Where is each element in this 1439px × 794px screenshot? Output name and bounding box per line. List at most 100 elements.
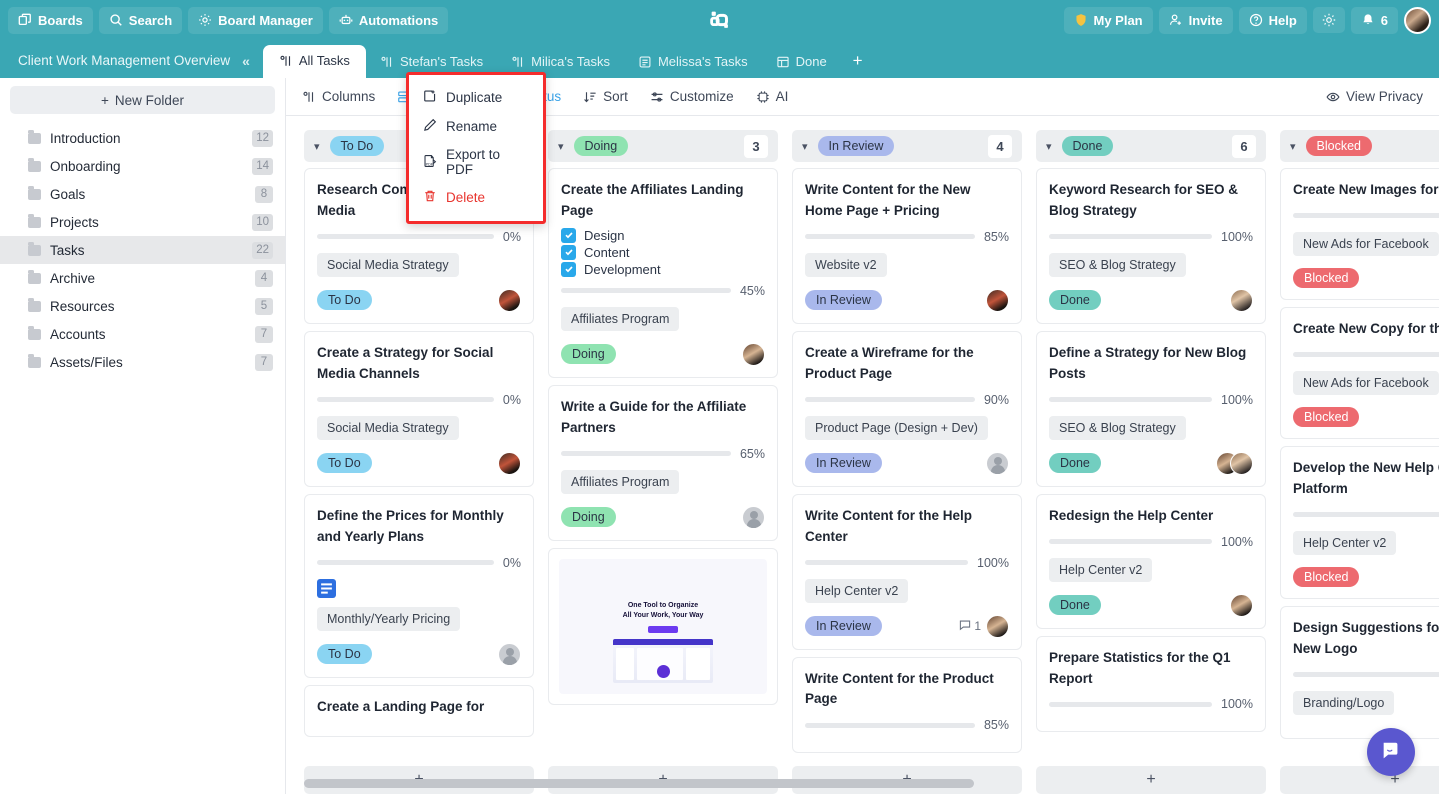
context-menu-duplicate[interactable]: Duplicate: [409, 83, 543, 112]
card-tag[interactable]: New Ads for Facebook: [1293, 231, 1439, 256]
help-button[interactable]: Help: [1238, 6, 1307, 34]
card-status-badge[interactable]: Done: [1049, 595, 1101, 616]
task-card[interactable]: Create a Landing Page for: [304, 684, 534, 738]
new-folder-button[interactable]: + New Folder: [10, 86, 275, 114]
column-header[interactable]: ▾ In Review 4: [792, 130, 1022, 162]
avatar[interactable]: [986, 288, 1009, 312]
sidebar-item-tasks[interactable]: Tasks 22: [0, 236, 285, 264]
sidebar-item-accounts[interactable]: Accounts 7: [0, 320, 285, 348]
task-card[interactable]: Write Content for the Help Center 100% Hel…: [792, 493, 1022, 650]
card-tag[interactable]: Product Page (Design + Dev): [805, 415, 988, 440]
avatar[interactable]: [742, 342, 765, 366]
sidebar-item-introduction[interactable]: Introduction 12: [0, 124, 285, 152]
card-tag[interactable]: Help Center v2: [1293, 530, 1397, 555]
task-card[interactable]: Create a Wireframe for the Product Page 9…: [792, 330, 1022, 487]
card-status-badge[interactable]: Doing: [561, 507, 616, 528]
collapse-sidebar-button[interactable]: «: [242, 53, 250, 78]
task-card[interactable]: Write a Guide for the Affiliate Partners…: [548, 384, 778, 541]
task-card[interactable]: Redesign the Help Center 100% Help Center …: [1036, 493, 1266, 629]
chevron-down-icon[interactable]: ▾: [802, 140, 808, 153]
nav-search-button[interactable]: Search: [98, 6, 183, 34]
ai-button[interactable]: AI: [756, 89, 788, 104]
card-tag[interactable]: Affiliates Program: [561, 469, 680, 494]
card-tag[interactable]: Help Center v2: [1049, 557, 1153, 582]
tab-done[interactable]: Done: [762, 47, 841, 78]
checkbox-checked-icon[interactable]: [561, 261, 576, 277]
column-header[interactable]: ▾ Blocked: [1280, 130, 1439, 162]
sidebar-item-archive[interactable]: Archive 4: [0, 264, 285, 292]
card-tag[interactable]: Help Center v2: [805, 578, 909, 603]
sidebar-item-resources[interactable]: Resources 5: [0, 292, 285, 320]
chevron-down-icon[interactable]: ▾: [1046, 140, 1052, 153]
task-card[interactable]: Define a Strategy for New Blog Posts 100%…: [1036, 330, 1266, 487]
task-card[interactable]: Create the Affiliates Landing Page Design…: [548, 168, 778, 378]
card-tag[interactable]: Monthly/Yearly Pricing: [317, 606, 461, 631]
nav-automations-button[interactable]: Automations: [328, 6, 449, 34]
checkbox-checked-icon[interactable]: [561, 227, 576, 243]
task-card[interactable]: Keyword Research for SEO & Blog Strategy…: [1036, 168, 1266, 324]
avatar[interactable]: [498, 451, 521, 475]
sort-button[interactable]: Sort: [583, 89, 628, 104]
notifications-button[interactable]: 6: [1350, 6, 1398, 34]
sidebar-item-assets-files[interactable]: Assets/Files 7: [0, 348, 285, 376]
avatar[interactable]: [742, 505, 765, 529]
chevron-down-icon[interactable]: ▾: [314, 140, 320, 153]
tab-all-tasks[interactable]: All Tasks: [262, 45, 366, 78]
card-status-badge[interactable]: Doing: [561, 344, 616, 365]
card-tag[interactable]: Website v2: [805, 252, 887, 277]
card-status-badge[interactable]: In Review: [805, 616, 882, 637]
avatar[interactable]: [1230, 288, 1253, 312]
task-card[interactable]: Prepare Statistics for the Q1 Report 100%: [1036, 635, 1266, 733]
context-menu-export-pdf[interactable]: PDF Export to PDF: [409, 141, 543, 183]
invite-button[interactable]: Invite: [1158, 6, 1233, 34]
chat-launcher-button[interactable]: [1367, 728, 1415, 776]
sidebar-item-projects[interactable]: Projects 10: [0, 208, 285, 236]
card-status-badge[interactable]: To Do: [317, 453, 372, 474]
customize-button[interactable]: Customize: [650, 89, 734, 104]
card-status-badge[interactable]: In Review: [805, 290, 882, 311]
view-privacy-button[interactable]: View Privacy: [1326, 89, 1423, 104]
task-card[interactable]: Create New Copy for the Ads 0% New Ads for…: [1280, 306, 1439, 439]
sidebar-item-goals[interactable]: Goals 8: [0, 180, 285, 208]
avatar[interactable]: [498, 288, 521, 312]
columns-button[interactable]: Columns: [302, 89, 375, 104]
nav-boards-button[interactable]: Boards: [8, 6, 93, 34]
card-status-badge[interactable]: To Do: [317, 644, 372, 665]
add-tab-button[interactable]: +: [841, 49, 875, 78]
avatar[interactable]: [986, 451, 1009, 475]
card-tag[interactable]: Branding/Logo: [1293, 690, 1395, 715]
assignee-avatars[interactable]: [1216, 451, 1253, 475]
task-card[interactable]: Create New Images for the Ads 0% New Ads f…: [1280, 168, 1439, 300]
task-card[interactable]: Define the Prices for Monthly and Yearly…: [304, 493, 534, 678]
task-card[interactable]: Design Suggestions for the New Logo 0% Bra…: [1280, 605, 1439, 739]
card-tag[interactable]: SEO & Blog Strategy: [1049, 252, 1186, 277]
tab-melissas-tasks[interactable]: Melissa's Tasks: [624, 47, 762, 78]
sidebar-item-onboarding[interactable]: Onboarding 14: [0, 152, 285, 180]
avatar[interactable]: [1230, 451, 1253, 475]
context-menu-rename[interactable]: Rename: [409, 112, 543, 141]
checkbox-checked-icon[interactable]: [561, 244, 576, 260]
app-logo-icon[interactable]: [706, 6, 734, 34]
card-tag[interactable]: New Ads for Facebook: [1293, 370, 1439, 395]
avatar[interactable]: [1230, 593, 1253, 617]
my-plan-button[interactable]: My Plan: [1063, 6, 1153, 34]
checklist-item[interactable]: Content: [561, 244, 765, 260]
checklist-item[interactable]: Development: [561, 261, 765, 277]
chevron-down-icon[interactable]: ▾: [1290, 140, 1296, 153]
horizontal-scrollbar[interactable]: [304, 779, 1439, 788]
avatar[interactable]: [498, 642, 521, 666]
card-status-badge[interactable]: Blocked: [1293, 566, 1360, 587]
card-tag[interactable]: SEO & Blog Strategy: [1049, 415, 1186, 440]
card-tag[interactable]: Social Media Strategy: [317, 415, 459, 440]
card-tag[interactable]: Social Media Strategy: [317, 252, 459, 277]
nav-board-manager-button[interactable]: Board Manager: [188, 6, 323, 34]
user-avatar[interactable]: [1404, 6, 1431, 34]
task-card[interactable]: One Tool to Organize All Your Work, Your …: [548, 547, 778, 705]
chevron-down-icon[interactable]: ▾: [558, 140, 564, 153]
context-menu-delete[interactable]: Delete: [409, 183, 543, 212]
card-status-badge[interactable]: Done: [1049, 290, 1101, 311]
card-tag[interactable]: Affiliates Program: [561, 306, 680, 331]
card-status-badge[interactable]: Done: [1049, 453, 1101, 474]
task-card[interactable]: Create a Strategy for Social Media Chann…: [304, 330, 534, 487]
card-status-badge[interactable]: To Do: [317, 290, 372, 311]
